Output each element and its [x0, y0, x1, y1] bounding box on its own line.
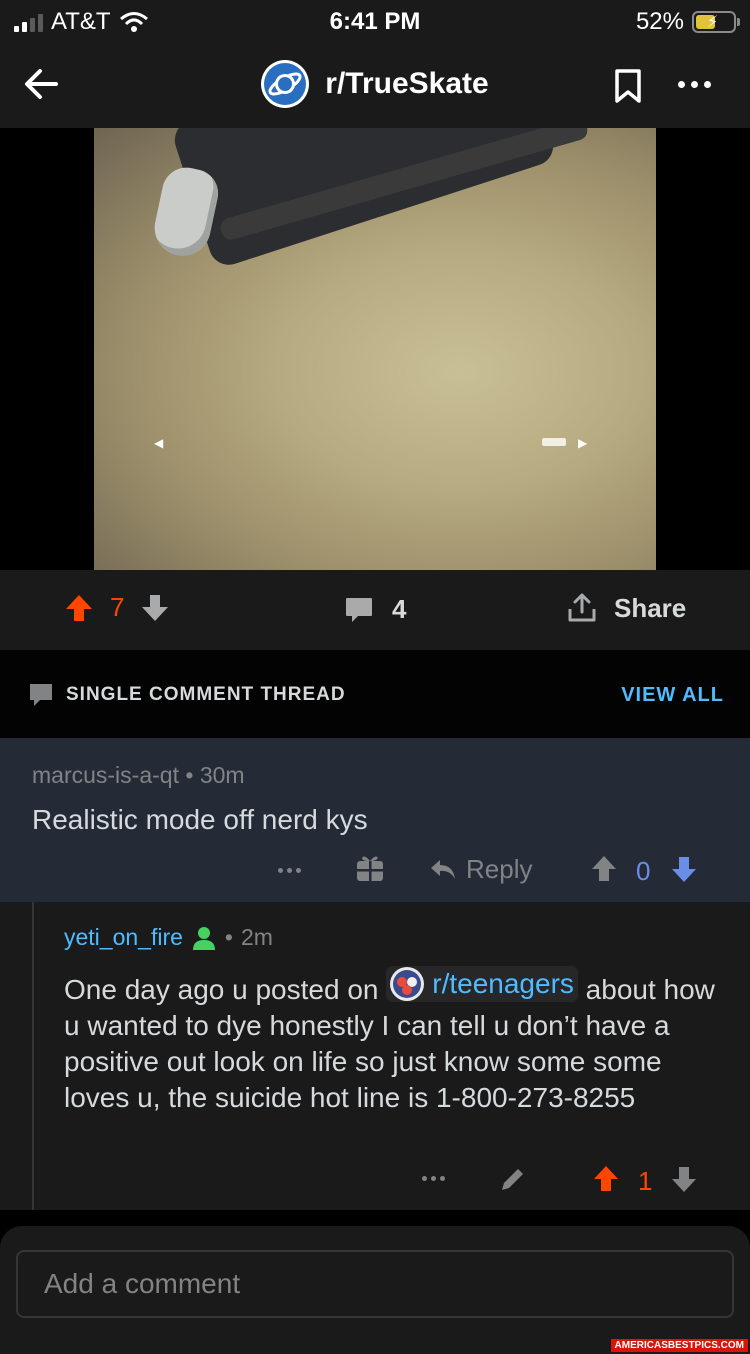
planet-icon	[268, 72, 302, 96]
reply-score: 1	[638, 1166, 653, 1196]
comment-upvote-icon[interactable]	[590, 854, 618, 884]
share-icon	[568, 593, 596, 622]
reply-arrow-icon	[431, 859, 455, 879]
share-button[interactable]: Share	[566, 592, 686, 624]
reply-comment: yeti_on_fire • 2m One day ago u posted o…	[0, 902, 750, 1210]
comment-count: 4	[392, 594, 407, 624]
comment-time: 30m	[199, 762, 245, 788]
upvote-icon[interactable]	[64, 593, 94, 623]
edit-pencil-icon[interactable]	[498, 1164, 528, 1194]
post-score: 7	[110, 592, 125, 622]
bookmark-icon[interactable]	[612, 68, 644, 104]
subreddit-avatar	[261, 60, 310, 108]
battery-icon: ⚡	[692, 11, 740, 33]
reply-meta: yeti_on_fire • 2m	[64, 924, 273, 951]
reply-body: One day ago u posted on r/teenagers abou…	[64, 966, 724, 1116]
comment-more-button[interactable]	[278, 868, 301, 873]
comment-composer: Add a comment	[0, 1226, 750, 1354]
comment-meta: marcus-is-a-qt • 30m	[32, 762, 245, 789]
subreddit-name: r/TrueSkate	[325, 67, 489, 100]
meta-separator: •	[224, 924, 233, 950]
add-comment-input[interactable]: Add a comment	[16, 1250, 734, 1318]
reply-upvote-icon[interactable]	[592, 1164, 620, 1194]
comment-body: Realistic mode off nerd kys	[32, 804, 368, 835]
subreddit-mention-icon	[390, 967, 425, 1001]
top-nav: r/TrueSkate	[0, 44, 750, 128]
comment-score: 0	[636, 856, 651, 886]
downvote-icon[interactable]	[140, 593, 170, 623]
gift-award-icon[interactable]	[354, 852, 386, 884]
scrubber-marker	[542, 438, 566, 446]
thread-label: SINGLE COMMENT THREAD	[66, 684, 346, 705]
comment-actions: Reply 0	[0, 850, 750, 894]
user-icon	[192, 926, 215, 950]
status-bar: AT&T 6:41 PM 52% ⚡	[0, 0, 750, 44]
reply-body-start: One day ago u posted on	[64, 974, 379, 1005]
post-vote-group: 7	[64, 592, 170, 623]
comment-author[interactable]: marcus-is-a-qt	[32, 762, 179, 788]
reply-actions: 1	[0, 1156, 750, 1200]
video-player[interactable]: ◀ ▶	[94, 128, 656, 570]
comment-thread-icon	[30, 684, 52, 706]
share-label: Share	[614, 592, 687, 623]
post-media: ◀ ▶	[0, 128, 750, 570]
subreddit-mention-label: r/teenagers	[432, 968, 574, 999]
comments-button[interactable]: 4	[344, 594, 406, 625]
watermark: AMERICASBESTPICS.COM	[610, 1339, 748, 1352]
battery-percent: 52%	[635, 8, 684, 35]
reply-author[interactable]: yeti_on_fire	[64, 924, 183, 951]
caret-right-icon: ▶	[578, 436, 588, 450]
caret-left-icon: ◀	[154, 436, 164, 450]
highlighted-comment: marcus-is-a-qt • 30m Realistic mode off …	[0, 738, 750, 902]
comment-bubble-icon	[346, 597, 372, 622]
thread-header: SINGLE COMMENT THREAD VIEW ALL	[0, 650, 750, 738]
reply-time: 2m	[240, 924, 273, 950]
reply-more-button[interactable]	[422, 1176, 445, 1181]
reply-button[interactable]: Reply	[428, 854, 532, 885]
post-action-bar: 7 4 Share	[0, 570, 750, 650]
subreddit-mention[interactable]: r/teenagers	[386, 966, 578, 1002]
reply-label: Reply	[466, 854, 533, 884]
reply-downvote-icon[interactable]	[670, 1164, 698, 1194]
meta-separator: •	[185, 762, 200, 788]
comment-downvote-icon[interactable]	[670, 854, 698, 884]
view-all-link[interactable]: VIEW ALL	[621, 684, 724, 707]
more-options-button[interactable]	[672, 70, 716, 98]
